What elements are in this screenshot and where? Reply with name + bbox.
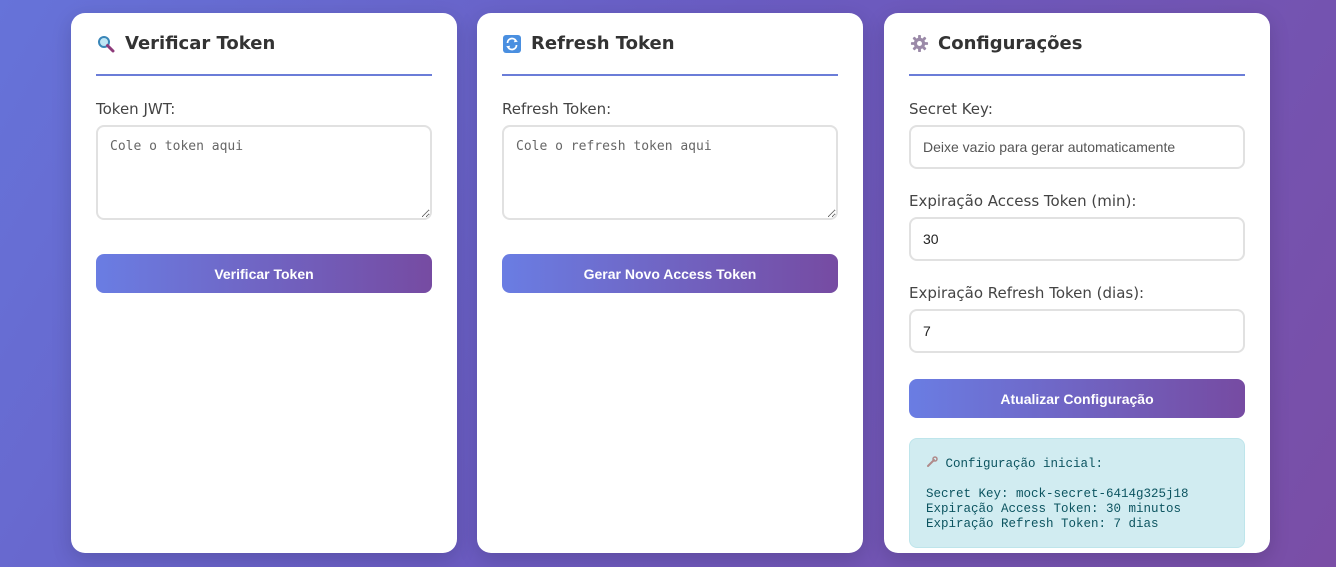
config-info-box: Configuração inicial: Secret Key: mock-s… (909, 438, 1245, 548)
refresh-card-title: Refresh Token (502, 13, 838, 76)
refresh-token-label: Refresh Token: (502, 100, 612, 118)
verify-title-text: Verificar Token (125, 33, 276, 54)
token-jwt-textarea[interactable] (96, 125, 432, 220)
verify-token-button[interactable]: Verificar Token (96, 254, 432, 293)
info-line-access: Expiração Access Token: 30 minutos (926, 502, 1182, 516)
verify-card-title: Verificar Token (96, 13, 432, 76)
access-expiration-input[interactable] (909, 217, 1245, 261)
secret-key-input[interactable] (909, 125, 1245, 169)
refresh-token-card: Refresh Token Refresh Token: Gerar Novo … (477, 13, 863, 553)
magnifier-icon (96, 34, 116, 54)
generate-access-token-button[interactable]: Gerar Novo Access Token (502, 254, 838, 293)
config-card: Configurações Secret Key: Expiração Acce… (884, 13, 1270, 553)
info-line-secret: Secret Key: mock-secret-6414g325j18 (926, 487, 1189, 501)
config-title-text: Configurações (938, 33, 1083, 54)
refresh-title-text: Refresh Token (531, 33, 675, 54)
token-jwt-label: Token JWT: (96, 100, 176, 118)
config-card-title: Configurações (909, 13, 1245, 76)
refresh-icon (502, 34, 522, 54)
verify-token-card: Verificar Token Token JWT: Verificar Tok… (71, 13, 457, 553)
gear-icon (909, 34, 929, 54)
update-config-button[interactable]: Atualizar Configuração (909, 379, 1245, 418)
refresh-expiration-label: Expiração Refresh Token (dias): (909, 284, 1145, 302)
secret-key-label: Secret Key: (909, 100, 993, 118)
access-expiration-label: Expiração Access Token (min): (909, 192, 1137, 210)
info-line-refresh: Expiração Refresh Token: 7 dias (926, 517, 1159, 531)
info-heading: Configuração inicial: (945, 457, 1104, 471)
refresh-expiration-input[interactable] (909, 309, 1245, 353)
refresh-token-textarea[interactable] (502, 125, 838, 220)
wrench-icon (926, 456, 938, 471)
